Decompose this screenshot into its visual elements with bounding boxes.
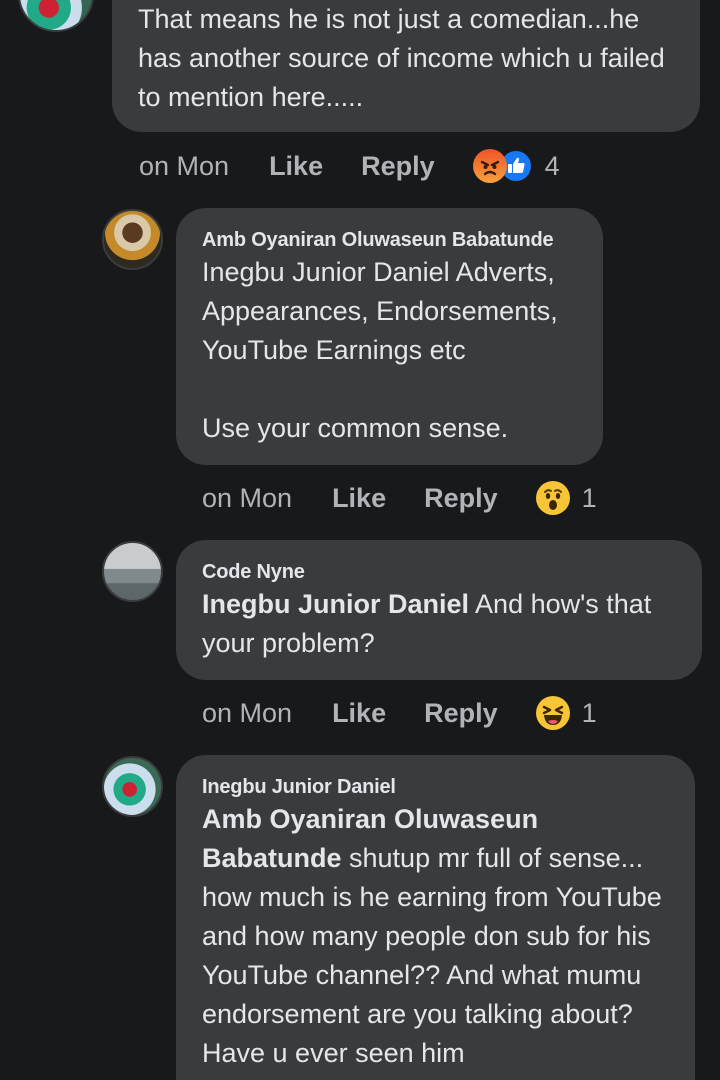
reaction-count: 1 — [581, 482, 597, 513]
like-button[interactable]: Like — [332, 483, 386, 514]
comment-text: That means he is not just a comedian...h… — [138, 4, 673, 112]
reply-button[interactable]: Reply — [424, 698, 498, 729]
like-button[interactable]: Like — [332, 698, 386, 729]
comment-author[interactable]: Code Nyne — [202, 559, 682, 585]
comment-text: Inegbu Junior Daniel And how's that your… — [202, 585, 682, 663]
comment-body: shutup mr full of sense... how much is h… — [202, 843, 670, 1068]
comment-actions: on Mon Like Reply 1 — [202, 478, 597, 518]
comment-bubble: Code Nyne Inegbu Junior Daniel And how's… — [176, 540, 702, 680]
commenter-avatar[interactable] — [102, 541, 163, 602]
comment-text: Amb Oyaniran Oluwaseun Babatunde shutup … — [202, 800, 675, 1073]
mention-link[interactable]: Inegbu Junior Daniel — [202, 589, 469, 619]
like-button[interactable]: Like — [269, 151, 323, 182]
comment-time[interactable]: on Mon — [202, 698, 292, 729]
angry-reaction-icon — [472, 149, 507, 183]
comment-author[interactable]: Amb Oyaniran Oluwaseun Babatunde — [202, 227, 583, 253]
reaction-count: 4 — [544, 150, 560, 181]
reply-button[interactable]: Reply — [361, 151, 435, 182]
commenter-avatar[interactable] — [18, 0, 94, 32]
comment-thread: That means he is not just a comedian...h… — [0, 0, 720, 1080]
reaction-count: 1 — [581, 697, 597, 728]
comment-text: Inegbu Junior Daniel Adverts, Appearance… — [202, 257, 558, 443]
commenter-avatar[interactable] — [102, 756, 163, 817]
commenter-avatar[interactable] — [102, 209, 163, 270]
comment-author[interactable]: Inegbu Junior Daniel — [202, 774, 675, 800]
comment-time[interactable]: on Mon — [202, 483, 292, 514]
wow-reaction-icon — [535, 481, 570, 515]
reaction-summary[interactable]: 1 — [535, 481, 597, 515]
comment-bubble: That means he is not just a comedian...h… — [112, 0, 700, 132]
comment-bubble: Inegbu Junior Daniel Amb Oyaniran Oluwas… — [176, 755, 695, 1080]
reply-button[interactable]: Reply — [424, 483, 498, 514]
comment-actions: on Mon Like Reply 4 — [139, 146, 560, 186]
haha-reaction-icon — [535, 696, 570, 730]
comment-actions: on Mon Like Reply 1 — [202, 693, 597, 733]
comment-bubble: Amb Oyaniran Oluwaseun Babatunde Inegbu … — [176, 208, 603, 465]
reaction-summary[interactable]: 4 — [472, 149, 560, 183]
reaction-summary[interactable]: 1 — [535, 696, 597, 730]
comment-time[interactable]: on Mon — [139, 151, 229, 182]
